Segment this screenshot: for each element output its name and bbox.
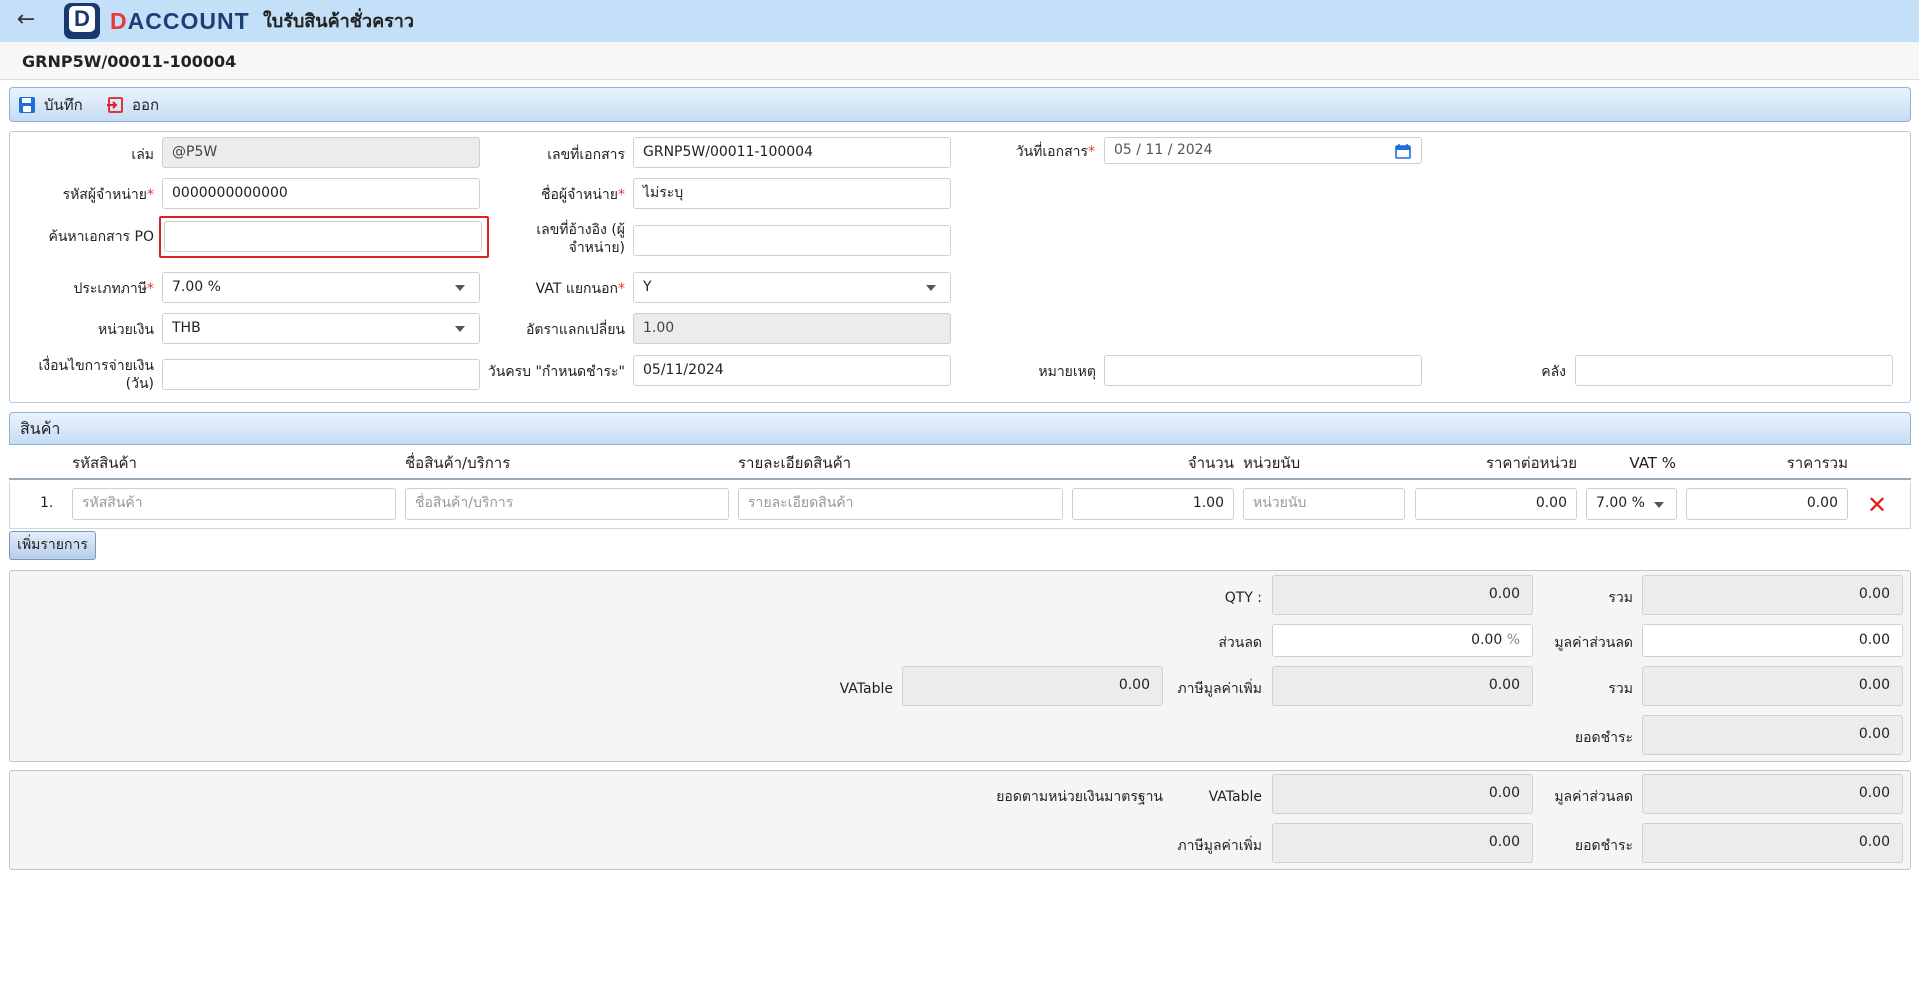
col-product-name: ชื่อสินค้า/บริการ (405, 454, 511, 472)
row-total-field[interactable]: 0.00 (1686, 488, 1848, 520)
col-unit-price: ราคาต่อหน่วย (1485, 454, 1577, 472)
toolbar (9, 87, 1911, 122)
product-name-input[interactable]: ชื่อสินค้า/บริการ (405, 488, 729, 520)
std-pay-label: ยอดชำระ (1574, 838, 1633, 854)
discount-amount-label: มูลค่าส่วนลด (1554, 635, 1633, 651)
doc-no-field[interactable]: GRNP5W/00011-100004 (633, 137, 951, 168)
sum-label: รวม (1608, 590, 1633, 606)
rate-field: 1.00 (633, 313, 951, 344)
due-date-label: วันครบ "กำหนดชำระ" (487, 364, 625, 380)
pay-term-field[interactable] (162, 359, 480, 390)
vat-amount-field: 0.00 (1272, 666, 1533, 706)
pay-label: ยอดชำระ (1574, 730, 1633, 746)
logo-letter: D (69, 6, 95, 32)
logo-icon: D (64, 3, 100, 39)
book-field: @P5W (162, 137, 480, 168)
std-vatable-label: VATable (1208, 789, 1262, 805)
sum2-field: 0.00 (1642, 666, 1903, 706)
logo-text-rest: ACCOUNT (127, 8, 250, 34)
ref-no-label: เลขที่อ้างอิง (ผู้ จำหน่าย) (536, 222, 625, 256)
book-label: เล่ม (131, 147, 154, 163)
delete-row-icon[interactable]: ✕ (1866, 493, 1888, 517)
unit-input[interactable]: หน่วยนับ (1243, 488, 1405, 520)
caret-down-icon (1654, 502, 1664, 508)
po-search-label: ค้นหาเอกสาร PO (48, 229, 154, 245)
logo-text-first: D (110, 8, 128, 34)
vat-select[interactable]: 7.00 % (1586, 488, 1677, 520)
ref-no-field[interactable] (633, 225, 951, 256)
products-section-header: สินค้า (9, 412, 1911, 445)
vendor-name-field[interactable]: ไม่ระบุ (633, 178, 951, 209)
std-discount-amount-label: มูลค่าส่วนลด (1554, 789, 1633, 805)
due-date-field[interactable]: 05/11/2024 (633, 355, 951, 386)
vat-amount-label: ภาษีมูลค่าเพิ่ม (1177, 681, 1262, 697)
remark-label: หมายเหตุ (1038, 364, 1096, 380)
logo-text: DACCOUNT (110, 9, 250, 33)
exit-label: ออก (132, 96, 160, 114)
floppy-disk-icon (19, 97, 35, 113)
vat-sep-label: VAT แยกนอก* (535, 281, 625, 297)
vendor-code-label: รหัสผู้จำหน่าย* (62, 187, 154, 203)
exit-button[interactable]: ออก (106, 93, 159, 117)
calendar-icon[interactable] (1395, 143, 1411, 159)
std-vat-label: ภาษีมูลค่าเพิ่ม (1177, 838, 1262, 854)
doc-date-field[interactable]: 05 / 11 / 2024 (1104, 137, 1422, 164)
document-number: GRNP5W/00011-100004 (22, 52, 237, 71)
discount-unit: % (1506, 632, 1520, 648)
col-vat: VAT % (1629, 454, 1676, 472)
tax-type-label: ประเภทภาษี* (73, 281, 155, 297)
tax-type-select[interactable]: 7.00 % (162, 272, 480, 303)
discount-value: 0.00 (1471, 632, 1503, 648)
save-button[interactable]: บันทึก (18, 93, 83, 117)
unit-price-input[interactable]: 0.00 (1415, 488, 1577, 520)
save-label: บันทึก (44, 96, 83, 114)
std-discount-amount-field: 0.00 (1642, 774, 1903, 814)
pay-field: 0.00 (1642, 715, 1903, 755)
warehouse-field[interactable] (1575, 355, 1893, 386)
std-vat-field: 0.00 (1272, 823, 1533, 863)
document-bar (0, 42, 1919, 80)
qty-label: QTY : (1224, 590, 1262, 606)
currency-select[interactable]: THB (162, 313, 480, 344)
standard-currency-panel (9, 770, 1911, 870)
product-detail-input[interactable]: รายละเอียดสินค้า (738, 488, 1063, 520)
quantity-input[interactable]: 1.00 (1072, 488, 1234, 520)
page-title: ใบรับสินค้าชั่วคราว (263, 11, 414, 32)
vendor-name-label: ชื่อผู้จำหน่าย* (540, 187, 625, 203)
col-unit: หน่วยนับ (1243, 454, 1301, 472)
exit-icon (107, 97, 123, 113)
currency-label: หน่วยเงิน (97, 322, 154, 338)
remark-field[interactable] (1104, 355, 1422, 386)
discount-amount-input[interactable]: 0.00 (1642, 624, 1903, 657)
row-index: 1. (40, 495, 54, 511)
vat-select-value: 7.00 % (1596, 495, 1645, 511)
col-total: ราคารวม (1786, 454, 1848, 472)
col-product-detail: รายละเอียดสินค้า (738, 454, 852, 472)
add-item-button[interactable]: เพิ่มรายการ (9, 531, 96, 560)
po-search-input[interactable] (164, 221, 482, 252)
doc-no-label: เลขที่เอกสาร (547, 147, 625, 163)
arrow-left-icon[interactable]: ← (14, 9, 38, 33)
discount-label: ส่วนลด (1218, 635, 1262, 651)
discount-input[interactable]: 0.00 % (1272, 624, 1533, 657)
sum-field: 0.00 (1642, 575, 1903, 615)
qty-total-field: 0.00 (1272, 575, 1533, 615)
warehouse-label: คลัง (1541, 364, 1566, 380)
std-vatable-field: 0.00 (1272, 774, 1533, 814)
std-pay-field: 0.00 (1642, 823, 1903, 863)
rate-label: อัตราแลกเปลี่ยน (526, 322, 625, 338)
col-quantity: จำนวน (1187, 454, 1234, 472)
doc-date-label: วันที่เอกสาร* (1015, 144, 1095, 160)
doc-date-value: 05 / 11 / 2024 (1114, 142, 1213, 158)
sum2-label: รวม (1608, 681, 1633, 697)
vatable-label: VATable (839, 681, 893, 697)
vendor-code-field[interactable]: 0000000000000 (162, 178, 480, 209)
vat-sep-select[interactable]: Y (633, 272, 951, 303)
pay-term-label: เงื่อนไขการจ่ายเงิน (วัน) (38, 358, 154, 392)
col-product-code: รหัสสินค้า (72, 454, 137, 472)
product-code-input[interactable]: รหัสสินค้า (72, 488, 396, 520)
